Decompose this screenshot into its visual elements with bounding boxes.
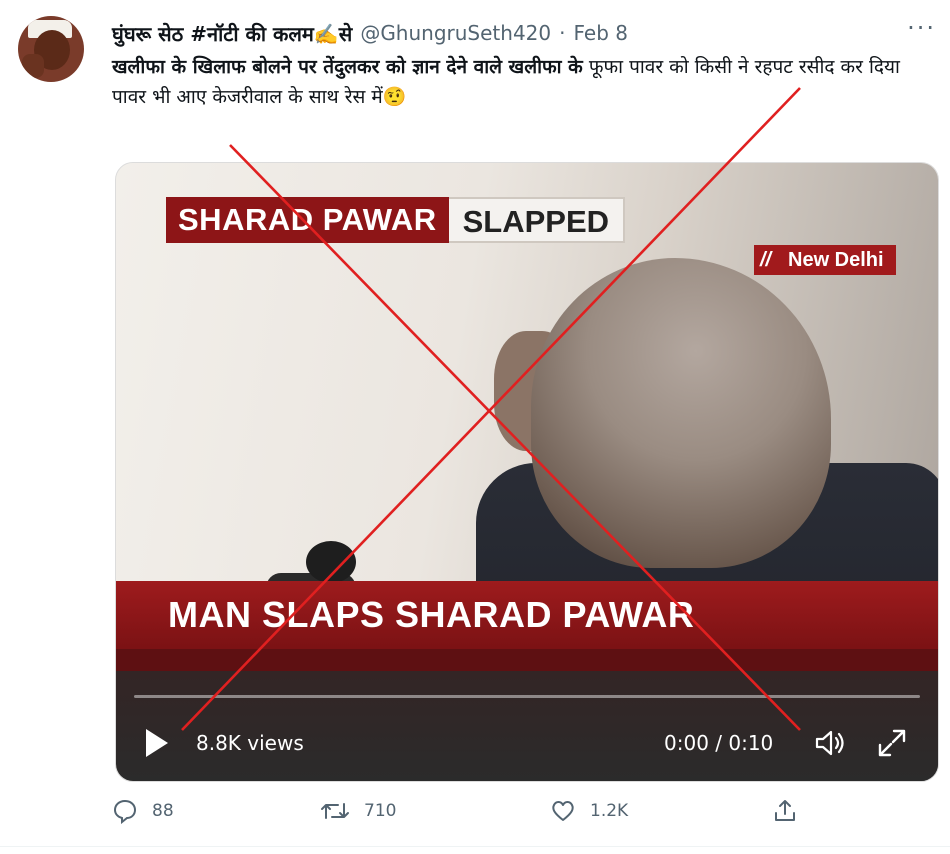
divider xyxy=(0,846,950,847)
tweet-actions: 88 710 1.2K xyxy=(112,794,812,828)
tweet-text: खलीफा के खिलाफ बोलने पर तेंदुलकर को ज्ञा… xyxy=(112,52,932,112)
news-ticker-text: MAN SLAPS SHARAD PAWAR xyxy=(168,594,695,635)
tweet-date[interactable]: Feb 8 xyxy=(573,21,628,45)
share-icon xyxy=(775,800,795,821)
video-time: 0:00 / 0:10 xyxy=(664,731,774,755)
avatar[interactable] xyxy=(18,16,84,82)
tweet: घुंघरू सेठ #नॉटी की कलम✍️से @GhungruSeth… xyxy=(0,0,950,854)
fullscreen-icon[interactable] xyxy=(876,727,908,759)
news-banner-label: SLAPPED xyxy=(448,197,626,243)
tweet-header: घुंघरू सेठ #नॉटी की कलम✍️से @GhungruSeth… xyxy=(112,18,628,48)
tweet-text-rest: फूफा पावर को किसी ने रहपट रसीद कर दिया xyxy=(582,56,900,78)
retweet-count: 710 xyxy=(364,801,397,821)
volume-muted-icon[interactable] xyxy=(814,729,846,757)
author-name[interactable]: घुंघरू सेठ #नॉटी की कलम✍️से xyxy=(112,20,352,47)
video-view-count: 8.8K views xyxy=(196,731,304,755)
tweet-text-bold: खलीफा के खिलाफ बोलने पर तेंदुलकर को ज्ञा… xyxy=(112,56,583,78)
more-options-icon[interactable]: ··· xyxy=(907,14,936,42)
play-icon[interactable] xyxy=(146,729,168,757)
separator-dot: · xyxy=(559,21,566,45)
retweet-button[interactable]: 710 xyxy=(320,794,396,828)
like-count: 1.2K xyxy=(590,801,629,821)
news-ticker-strip xyxy=(116,649,938,671)
news-banner-name: SHARAD PAWAR xyxy=(166,197,449,243)
reply-icon xyxy=(113,799,137,824)
retweet-icon xyxy=(321,803,349,819)
like-button[interactable]: 1.2K xyxy=(550,794,628,828)
author-handle[interactable]: @GhungruSeth420 xyxy=(360,21,551,45)
avatar-hand xyxy=(22,54,44,78)
share-button[interactable] xyxy=(772,794,812,828)
video-progress-bar[interactable] xyxy=(134,695,920,698)
heart-icon xyxy=(552,801,574,821)
video-frame-mic xyxy=(306,541,356,583)
reply-count: 88 xyxy=(152,801,174,821)
tweet-text-line2: पावर भी आए केजरीवाल के साथ रेस में🤨 xyxy=(112,86,407,108)
reply-button[interactable]: 88 xyxy=(112,794,174,828)
news-banner: SHARAD PAWAR SLAPPED xyxy=(166,197,626,243)
video-player[interactable]: SHARAD PAWAR SLAPPED New Delhi MAN SLAPS… xyxy=(115,162,939,782)
news-location-tag: New Delhi xyxy=(754,245,896,275)
